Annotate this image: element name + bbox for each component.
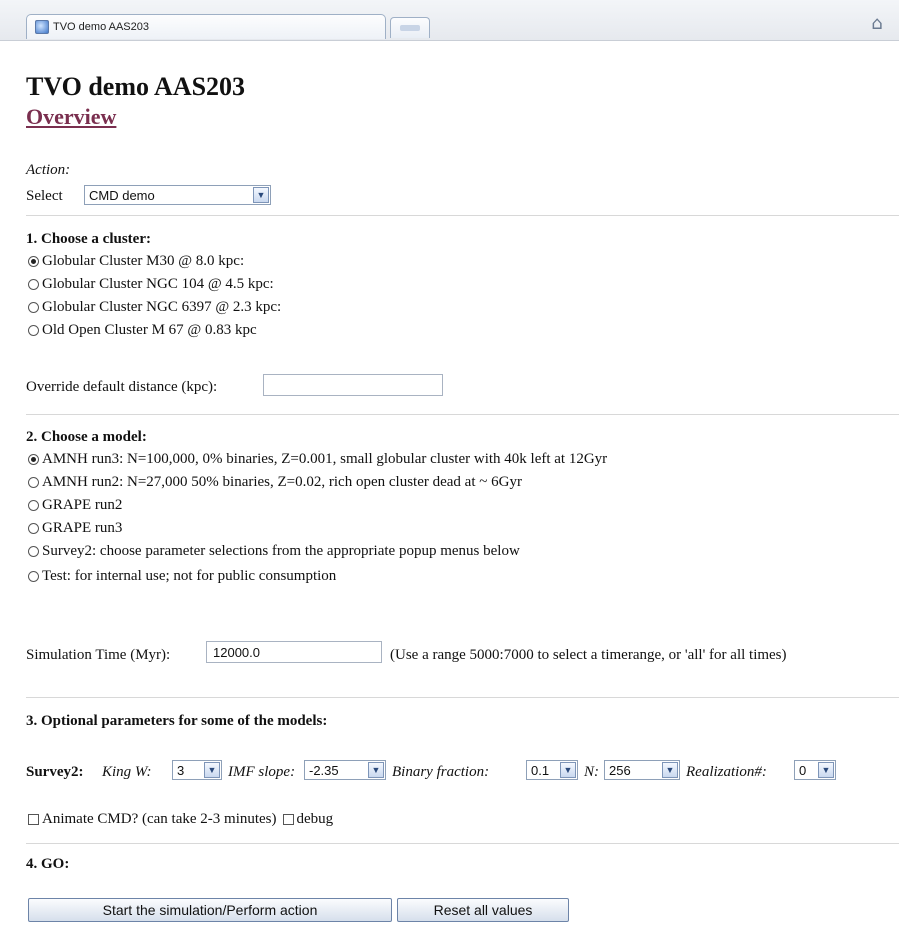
animate-cmd-option[interactable]: Animate CMD? (can take 2-3 minutes) debu… [28, 811, 333, 828]
new-tab-button[interactable] [390, 17, 430, 38]
override-distance-input[interactable] [263, 374, 443, 396]
model-option-amnh-run2[interactable]: AMNH run2: N=27,000 50% binaries, Z=0.02… [28, 474, 522, 491]
browser-tab-title: TVO demo AAS203 [53, 21, 149, 33]
new-tab-icon [400, 25, 420, 31]
radio-button[interactable] [28, 523, 39, 534]
cluster-option-label: Old Open Cluster M 67 @ 0.83 kpc [42, 322, 257, 338]
action-select-value: CMD demo [89, 188, 155, 203]
radio-button[interactable] [28, 477, 39, 488]
model-option-label: AMNH run2: N=27,000 50% binaries, Z=0.02… [42, 474, 522, 490]
binary-fraction-label: Binary fraction: [392, 764, 490, 780]
action-label: Action: [26, 162, 71, 178]
king-w-select[interactable]: 3 ▼ [172, 760, 222, 780]
cluster-option-ngc104[interactable]: Globular Cluster NGC 104 @ 4.5 kpc: [28, 276, 274, 293]
browser-tab[interactable]: TVO demo AAS203 [26, 14, 386, 39]
home-icon[interactable]: ⌂ [866, 13, 888, 35]
divider [26, 697, 899, 698]
divider [26, 414, 899, 415]
section2-heading: 2. Choose a model: [26, 429, 147, 445]
overview-link[interactable]: Overview [26, 104, 116, 130]
binary-fraction-select[interactable]: 0.1 ▼ [526, 760, 578, 780]
reset-values-button[interactable]: Reset all values [397, 898, 569, 922]
realization-select[interactable]: 0 ▼ [794, 760, 836, 780]
sim-time-hint: (Use a range 5000:7000 to select a timer… [390, 647, 787, 663]
model-option-grape-run3[interactable]: GRAPE run3 [28, 520, 122, 537]
animate-cmd-label: Animate CMD? (can take 2-3 minutes) [42, 811, 277, 827]
chevron-down-icon: ▼ [560, 762, 576, 778]
cluster-option-label: Globular Cluster NGC 104 @ 4.5 kpc: [42, 276, 274, 292]
chevron-down-icon: ▼ [204, 762, 220, 778]
select-label: Select [26, 188, 63, 204]
divider [26, 215, 899, 216]
radio-button[interactable] [28, 500, 39, 511]
model-option-amnh-run3[interactable]: AMNH run3: N=100,000, 0% binaries, Z=0.0… [28, 451, 607, 468]
binary-fraction-value: 0.1 [531, 763, 550, 778]
model-option-label: Survey2: choose parameter selections fro… [42, 543, 520, 559]
action-select[interactable]: CMD demo ▼ [84, 185, 271, 205]
chevron-down-icon: ▼ [368, 762, 384, 778]
chevron-down-icon: ▼ [662, 762, 678, 778]
animate-cmd-checkbox[interactable] [28, 814, 39, 825]
debug-checkbox[interactable] [282, 814, 294, 825]
realization-value: 0 [799, 763, 807, 778]
model-option-label: GRAPE run3 [42, 520, 123, 536]
cluster-option-m30[interactable]: Globular Cluster M30 @ 8.0 kpc: [28, 253, 244, 270]
page-favicon-icon [35, 20, 49, 34]
debug-label: debug [296, 811, 334, 827]
cluster-option-label: Globular Cluster M30 @ 8.0 kpc: [42, 253, 245, 269]
radio-button[interactable] [28, 454, 39, 465]
model-option-test[interactable]: Test: for internal use; not for public c… [28, 568, 336, 585]
radio-button[interactable] [28, 256, 39, 267]
model-option-label: AMNH run3: N=100,000, 0% binaries, Z=0.0… [42, 451, 608, 467]
divider [26, 843, 899, 844]
cluster-option-label: Globular Cluster NGC 6397 @ 2.3 kpc: [42, 299, 282, 315]
cluster-option-ngc6397[interactable]: Globular Cluster NGC 6397 @ 2.3 kpc: [28, 299, 281, 316]
browser-tab-bar: TVO demo AAS203 ⌂ [0, 0, 899, 41]
model-option-survey2[interactable]: Survey2: choose parameter selections fro… [28, 543, 520, 560]
imf-slope-value: -2.35 [309, 763, 339, 778]
realization-label: Realization#: [686, 764, 767, 780]
n-value: 256 [609, 763, 631, 778]
model-option-label: GRAPE run2 [42, 497, 123, 513]
sim-time-input[interactable] [206, 641, 382, 663]
page-title: TVO demo AAS203 [26, 72, 246, 101]
radio-button[interactable] [28, 279, 39, 290]
survey2-label: Survey2: [26, 764, 84, 780]
radio-button[interactable] [28, 571, 39, 582]
imf-slope-label: IMF slope: [228, 764, 296, 780]
section3-heading: 3. Optional parameters for some of the m… [26, 713, 328, 729]
sim-time-label: Simulation Time (Myr): [26, 647, 171, 663]
king-w-label: King W: [102, 764, 152, 780]
radio-button[interactable] [28, 302, 39, 313]
start-simulation-button[interactable]: Start the simulation/Perform action [28, 898, 392, 922]
n-select[interactable]: 256 ▼ [604, 760, 680, 780]
radio-button[interactable] [28, 325, 39, 336]
king-w-value: 3 [177, 763, 185, 778]
cluster-option-m67[interactable]: Old Open Cluster M 67 @ 0.83 kpc [28, 322, 257, 339]
radio-button[interactable] [28, 546, 39, 557]
model-option-label: Test: for internal use; not for public c… [42, 568, 337, 584]
n-label: N: [584, 764, 599, 780]
imf-slope-select[interactable]: -2.35 ▼ [304, 760, 386, 780]
section4-heading: 4. GO: [26, 856, 70, 872]
chevron-down-icon: ▼ [818, 762, 834, 778]
override-distance-label: Override default distance (kpc): [26, 379, 218, 395]
section1-heading: 1. Choose a cluster: [26, 231, 151, 247]
model-option-grape-run2[interactable]: GRAPE run2 [28, 497, 122, 514]
chevron-down-icon: ▼ [253, 187, 269, 203]
